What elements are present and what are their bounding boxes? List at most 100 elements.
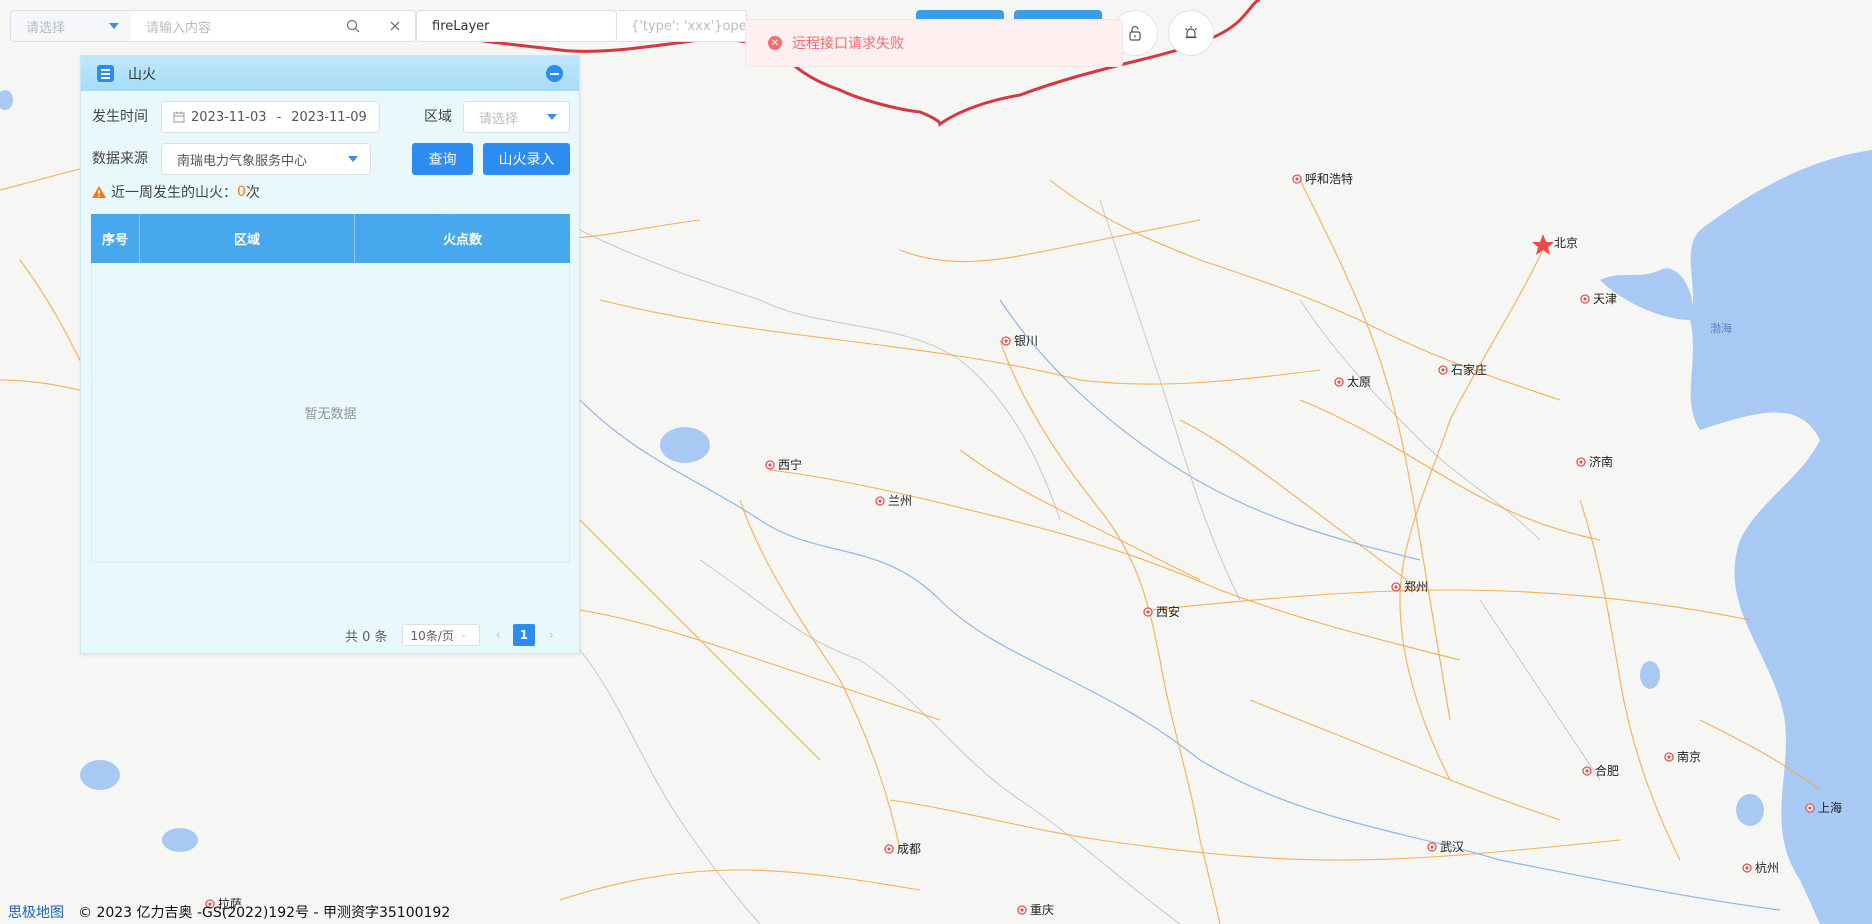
empty-state-text: 暂无数据 <box>304 407 357 422</box>
alarm-button[interactable] <box>1168 10 1214 56</box>
city-label: 银川 <box>1014 334 1038 348</box>
page-number-current[interactable]: 1 <box>512 624 535 646</box>
summary-count: 0 <box>237 184 246 200</box>
collapse-panel-button[interactable] <box>546 65 563 82</box>
city-label: 重庆 <box>1030 903 1054 917</box>
region-row: 区域 <box>424 100 452 132</box>
city-dot-center <box>1020 908 1024 912</box>
city-label: 南京 <box>1677 749 1701 764</box>
city-dot-center <box>1430 845 1434 849</box>
list-icon <box>97 65 114 82</box>
caret-down-icon <box>547 114 557 120</box>
city-label: 济南 <box>1589 454 1613 469</box>
layer-name-input[interactable]: fireLayer <box>416 10 617 42</box>
city-dot-center <box>1667 755 1671 759</box>
city-dot-center <box>1394 585 1398 589</box>
query-button-label: 查询 <box>428 152 457 168</box>
city-label: 太原 <box>1347 374 1371 389</box>
city-dot-center <box>1808 806 1812 810</box>
map-copyright: © 2023 亿力吉奥 -GS(2022)192号 - 甲测资字35100192 <box>78 905 451 921</box>
summary-prefix: 近一周发生的山火： <box>111 185 237 201</box>
column-header-index[interactable]: 序号 <box>91 214 140 263</box>
region-select[interactable]: 请选择 <box>463 101 570 133</box>
page-size-select[interactable]: 10条/页 ⌄ <box>401 624 480 646</box>
time-label: 发生时间 <box>92 109 148 125</box>
city-label: 成都 <box>897 842 921 856</box>
source-value: 南瑞电力气象服务中心 <box>177 153 308 169</box>
prev-page-icon[interactable]: ‹ <box>496 628 501 643</box>
error-circle-icon: ✕ <box>768 36 782 50</box>
city-dot-center <box>1579 460 1583 464</box>
date-end: 2023-11-09 <box>291 109 367 125</box>
caret-down-icon <box>348 156 358 162</box>
city-label: 合肥 <box>1595 763 1619 778</box>
city-label: 呼和浩特 <box>1305 171 1353 186</box>
warning-icon <box>92 186 106 198</box>
time-row: 发生时间 <box>92 100 148 132</box>
city-label: 上海 <box>1818 800 1842 815</box>
weekly-summary: 近一周发生的山火： 0 次 <box>91 180 260 204</box>
page-size-value: 10条/页 <box>410 628 454 643</box>
error-toast-message: 远程接口请求失败 <box>792 36 904 52</box>
chevron-down-icon: ⌄ <box>459 630 468 640</box>
caret-down-icon <box>109 23 119 29</box>
city-dot-center <box>1583 297 1587 301</box>
city-label: 杭州 <box>1755 860 1779 875</box>
layer-json-input[interactable]: {'type': 'xxx'}open l <box>617 10 747 42</box>
calendar-icon <box>173 111 185 123</box>
map-brand-link[interactable]: 思极地图 <box>8 902 64 922</box>
city-dot-center <box>1146 610 1150 614</box>
region-label: 区域 <box>424 109 452 125</box>
panel-header: 山火 <box>81 56 579 91</box>
column-header-fire-points[interactable]: 火点数 <box>355 214 570 263</box>
region-placeholder: 请选择 <box>479 111 519 127</box>
fire-entry-button[interactable]: 山火录入 <box>483 143 570 175</box>
source-label: 数据来源 <box>92 151 148 167</box>
source-select[interactable]: 南瑞电力气象服务中心 <box>161 143 371 175</box>
city-dot-center <box>878 499 882 503</box>
city-dot-center <box>1295 177 1299 181</box>
search-icon[interactable] <box>346 19 360 33</box>
date-start: 2023-11-03 <box>191 109 267 125</box>
pagination: 共 0 条 10条/页 ⌄ ‹ 1 › <box>345 624 554 646</box>
date-separator: - <box>276 109 282 125</box>
city-label: 兰州 <box>888 494 912 508</box>
search-input-placeholder: 请输入内容 <box>146 20 212 36</box>
city-dot-center <box>1745 866 1749 870</box>
layer-type-select[interactable]: 请选择 <box>10 10 132 42</box>
error-toast: ✕ 远程接口请求失败 <box>745 19 1123 67</box>
column-header-region[interactable]: 区域 <box>140 214 355 263</box>
summary-suffix: 次 <box>245 185 260 201</box>
city-label: 石家庄 <box>1451 362 1487 377</box>
wildfire-panel: 山火 发生时间 2023-11-03 - 2023-11-09 区域 请选择 数… <box>80 55 580 654</box>
unlock-icon <box>1129 25 1141 41</box>
sea-label: 渤海 <box>1710 321 1732 335</box>
next-page-icon[interactable]: › <box>549 628 554 643</box>
city-marker: 北京 <box>1554 236 1578 250</box>
city-label: 西安 <box>1156 604 1180 619</box>
layer-name-value: fireLayer <box>432 18 490 34</box>
city-label: 武汉 <box>1440 840 1464 854</box>
fire-table-body: 暂无数据 <box>91 263 570 563</box>
layer-type-placeholder: 请选择 <box>26 20 66 36</box>
pager-total: 共 0 条 <box>345 629 388 645</box>
city-dot-center <box>1585 769 1589 773</box>
alarm-icon <box>1185 26 1197 39</box>
minus-icon <box>550 72 559 75</box>
panel-title: 山火 <box>128 66 156 83</box>
city-label: 西宁 <box>778 457 802 472</box>
date-range-picker[interactable]: 2023-11-03 - 2023-11-09 <box>161 101 380 133</box>
source-row: 数据来源 <box>92 142 148 174</box>
city-dot-center <box>1441 368 1445 372</box>
layer-json-placeholder: {'type': 'xxx'}open l <box>631 18 747 34</box>
fire-table-header: 序号 区域 火点数 <box>91 214 570 263</box>
city-label: 天津 <box>1593 292 1617 306</box>
query-button[interactable]: 查询 <box>412 143 473 175</box>
city-dot-center <box>887 847 891 851</box>
city-label: 北京 <box>1554 236 1578 250</box>
search-input[interactable]: 请输入内容 <box>131 10 333 42</box>
city-dot-center <box>768 463 772 467</box>
fire-entry-button-label: 山火录入 <box>498 152 555 168</box>
city-label: 郑州 <box>1404 579 1428 594</box>
clear-icon[interactable] <box>389 20 401 32</box>
